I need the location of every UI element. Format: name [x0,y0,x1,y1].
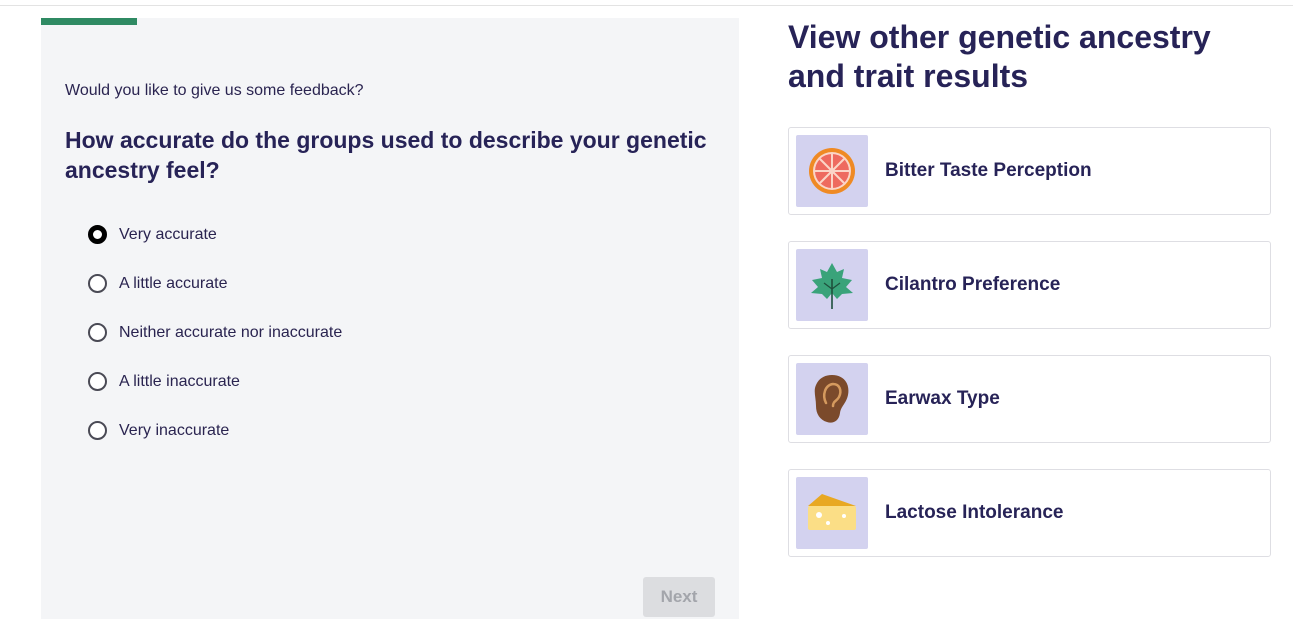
option-a-little-inaccurate[interactable]: A little inaccurate [88,357,342,406]
ear-icon [796,363,868,435]
option-very-inaccurate[interactable]: Very inaccurate [88,406,342,455]
radio-a-little-inaccurate[interactable] [88,372,107,391]
trait-card-lactose[interactable]: Lactose Intolerance [788,469,1271,557]
option-label: A little inaccurate [119,372,240,390]
next-button[interactable]: Next [643,577,715,617]
option-label: Neither accurate nor inaccurate [119,323,343,341]
option-very-accurate[interactable]: Very accurate [88,210,342,259]
trait-card-cilantro[interactable]: Cilantro Preference [788,241,1271,329]
answer-options: Very accurate A little accurate Neither … [88,210,342,455]
trait-card-earwax[interactable]: Earwax Type [788,355,1271,443]
option-neither[interactable]: Neither accurate nor inaccurate [88,308,342,357]
survey-question: How accurate do the groups used to descr… [65,127,707,183]
trait-label: Lactose Intolerance [885,502,1064,523]
grapefruit-icon [796,135,868,207]
option-label: A little accurate [119,274,228,292]
other-results-heading: View other genetic ancestry and trait re… [788,19,1211,94]
option-label: Very accurate [119,225,217,243]
radio-very-inaccurate[interactable] [88,421,107,440]
survey-progress-fill [41,18,137,25]
feedback-survey-card: Would you like to give us some feedback?… [41,18,739,619]
trait-label: Bitter Taste Perception [885,160,1092,181]
option-label: Very inaccurate [119,421,230,439]
option-a-little-accurate[interactable]: A little accurate [88,259,342,308]
radio-neither[interactable] [88,323,107,342]
trait-label: Earwax Type [885,388,1000,409]
cheese-icon [796,477,868,549]
trait-card-bitter-taste[interactable]: Bitter Taste Perception [788,127,1271,215]
cilantro-leaf-icon [796,249,868,321]
radio-very-accurate[interactable] [88,225,107,244]
survey-progress-bar [41,18,739,25]
top-divider [0,5,1293,6]
radio-a-little-accurate[interactable] [88,274,107,293]
feedback-prompt: Would you like to give us some feedback? [65,82,364,99]
trait-label: Cilantro Preference [885,274,1061,295]
